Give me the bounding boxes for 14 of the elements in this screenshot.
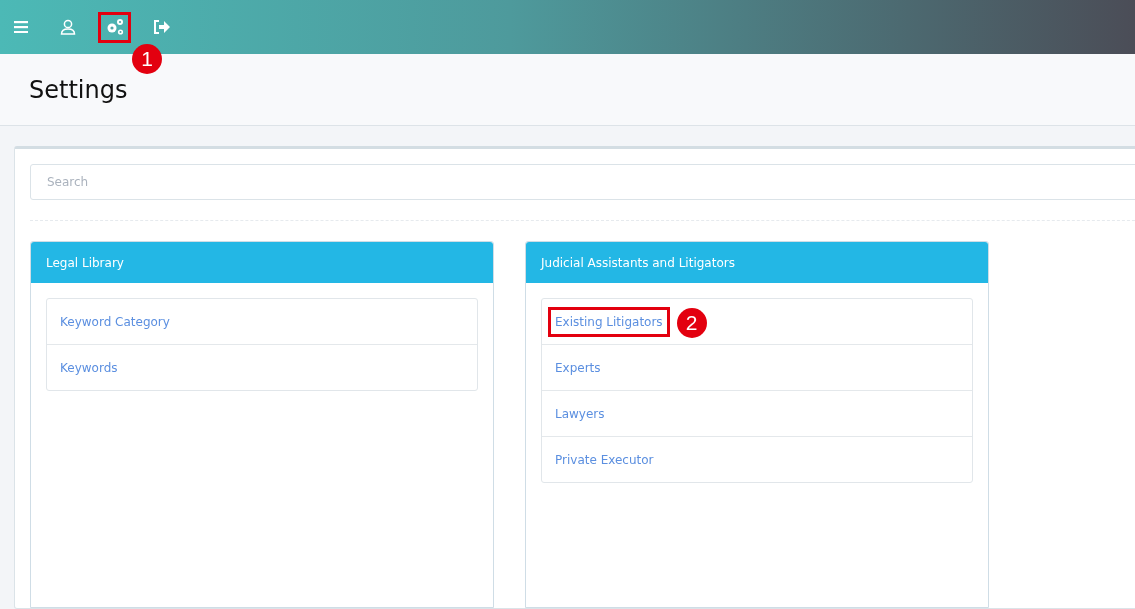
user-icon xyxy=(59,19,76,35)
page-title: Settings xyxy=(29,75,128,104)
callout-badge: 2 xyxy=(676,307,707,338)
settings-link[interactable]: Keywords xyxy=(53,352,125,383)
logout-icon xyxy=(153,20,170,34)
settings-link[interactable]: Private Executor xyxy=(548,444,661,475)
menu-icon xyxy=(13,21,28,33)
settings-link[interactable]: Keyword Category xyxy=(53,306,177,337)
settings-link[interactable]: Experts xyxy=(548,352,608,383)
callout-badge: 1 xyxy=(132,43,162,74)
panel-title: Legal Library xyxy=(31,242,493,283)
panel-title: Judicial Assistants and Litigators xyxy=(526,242,988,283)
settings-link[interactable]: Lawyers xyxy=(548,398,612,429)
search-field[interactable]: Search xyxy=(30,164,1135,200)
